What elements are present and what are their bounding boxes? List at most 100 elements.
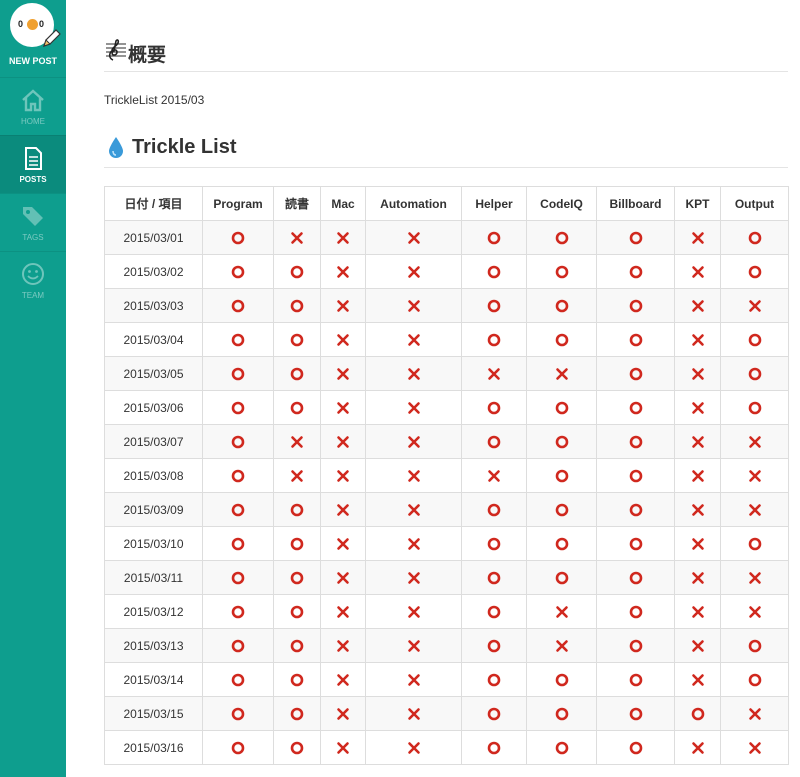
table-row: 2015/03/05 xyxy=(104,356,789,391)
cross-mark-icon xyxy=(691,334,704,346)
cross-mark-icon xyxy=(691,640,704,652)
cross-mark-icon xyxy=(407,504,420,516)
circle-mark-icon xyxy=(748,537,761,551)
mark-cell xyxy=(461,526,527,561)
cross-mark-icon xyxy=(691,538,704,550)
date-cell: 2015/03/16 xyxy=(104,730,203,765)
mark-cell xyxy=(526,696,597,731)
table-row: 2015/03/07 xyxy=(104,424,789,459)
circle-mark-icon xyxy=(629,503,642,517)
mark-cell xyxy=(720,390,789,425)
circle-mark-icon xyxy=(487,265,501,279)
mark-cell xyxy=(320,628,366,663)
droplet-icon xyxy=(109,137,123,158)
mark-cell xyxy=(461,390,527,425)
mark-cell xyxy=(674,458,721,493)
mark-cell xyxy=(461,560,527,595)
mark-cell xyxy=(596,288,675,323)
cross-mark-icon xyxy=(337,674,349,686)
cross-mark-icon xyxy=(337,538,349,550)
cross-mark-icon xyxy=(691,606,704,618)
sidebar-item-team[interactable]: TEAM xyxy=(0,251,66,309)
mark-cell xyxy=(202,594,274,629)
cross-mark-icon xyxy=(748,742,761,754)
mark-cell xyxy=(461,220,527,255)
cross-mark-icon xyxy=(691,742,704,754)
mark-cell xyxy=(674,628,721,663)
table-row: 2015/03/02 xyxy=(104,254,789,289)
mark-cell xyxy=(720,424,789,459)
circle-mark-icon xyxy=(629,231,642,245)
new-post-label: NEW POST xyxy=(8,56,57,66)
sidebar-item-home[interactable]: HOME xyxy=(0,77,66,135)
mark-cell xyxy=(273,560,321,595)
circle-mark-icon xyxy=(629,401,642,415)
mark-cell xyxy=(202,254,274,289)
cross-mark-icon xyxy=(691,436,704,448)
sidebar-item-tags[interactable]: TAGS xyxy=(0,193,66,251)
date-cell: 2015/03/13 xyxy=(104,628,203,663)
column-header: CodeIQ xyxy=(526,186,597,221)
overview-subtitle: TrickleList 2015/03 xyxy=(104,93,205,107)
circle-mark-icon xyxy=(629,299,642,313)
cross-mark-icon xyxy=(748,436,761,448)
mark-cell xyxy=(365,492,462,527)
mark-cell xyxy=(365,254,462,289)
circle-mark-icon xyxy=(290,299,304,313)
table-header-row: 日付 / 項目 Program 読書 Mac Automation Helper CodeI… xyxy=(104,186,789,221)
mark-cell xyxy=(273,356,321,391)
home-icon xyxy=(22,89,44,112)
cross-mark-icon xyxy=(337,232,349,244)
mark-cell xyxy=(596,594,675,629)
cross-mark-icon xyxy=(691,402,704,414)
mark-cell xyxy=(461,730,527,765)
mark-cell xyxy=(674,356,721,391)
mark-cell xyxy=(202,492,274,527)
column-header: Automation xyxy=(365,186,462,221)
circle-mark-icon xyxy=(231,741,245,755)
sidebar-item-posts[interactable]: POSTS xyxy=(0,135,74,193)
circle-mark-icon xyxy=(231,503,245,517)
new-post-button[interactable]: 0 0 NEW POST xyxy=(0,0,66,76)
mark-cell xyxy=(596,662,675,697)
date-cell: 2015/03/01 xyxy=(104,220,203,255)
circle-mark-icon xyxy=(555,707,568,721)
mark-cell xyxy=(526,594,597,629)
mark-cell xyxy=(461,288,527,323)
cross-mark-icon xyxy=(337,368,349,380)
circle-mark-icon xyxy=(290,367,304,381)
mark-cell xyxy=(526,662,597,697)
circle-mark-icon xyxy=(629,571,642,585)
mark-cell xyxy=(461,492,527,527)
cross-mark-icon xyxy=(337,742,349,754)
circle-mark-icon xyxy=(629,639,642,653)
mark-cell xyxy=(596,424,675,459)
circle-mark-icon xyxy=(629,605,642,619)
mark-cell xyxy=(365,356,462,391)
mark-cell xyxy=(365,628,462,663)
mark-cell xyxy=(674,492,721,527)
mark-cell xyxy=(720,458,789,493)
mark-cell xyxy=(320,560,366,595)
mark-cell xyxy=(720,492,789,527)
mark-cell xyxy=(526,254,597,289)
mark-cell xyxy=(461,696,527,731)
circle-mark-icon xyxy=(487,571,501,585)
circle-mark-icon xyxy=(231,469,245,483)
mark-cell xyxy=(526,458,597,493)
avatar-nose xyxy=(27,19,38,30)
table-row: 2015/03/06 xyxy=(104,390,789,425)
mark-cell xyxy=(273,492,321,527)
circle-mark-icon xyxy=(290,265,304,279)
overview-heading: 概要 xyxy=(104,38,788,72)
cross-mark-icon xyxy=(748,300,761,312)
cross-mark-icon xyxy=(337,436,349,448)
trickle-table: 日付 / 項目 Program 読書 Mac Automation Helper CodeI… xyxy=(104,186,789,765)
cross-mark-icon xyxy=(691,470,704,482)
circle-mark-icon xyxy=(748,639,761,653)
cross-mark-icon xyxy=(691,674,704,686)
mark-cell xyxy=(526,322,597,357)
trickle-title: Trickle List xyxy=(132,136,237,158)
circle-mark-icon xyxy=(629,741,642,755)
mark-cell xyxy=(202,662,274,697)
